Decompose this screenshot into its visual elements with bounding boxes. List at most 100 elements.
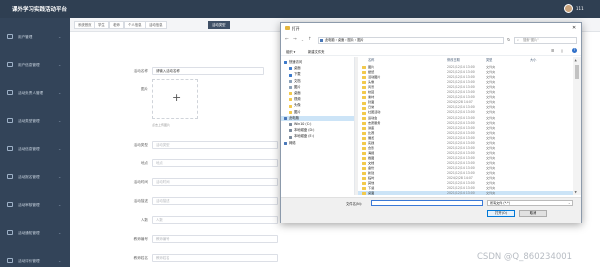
sidebar-item[interactable]: 活动审核管理 ⌄ <box>0 191 70 219</box>
form-label: 教师编号 <box>133 237 148 241</box>
refresh-icon[interactable]: ↻ <box>507 37 510 42</box>
organize-button[interactable]: 组织 ▾ <box>286 49 295 54</box>
activity-type-field[interactable]: 活动类型 <box>152 141 278 149</box>
sidebar-item[interactable]: 用户管理 ⌄ <box>0 23 70 51</box>
teacher-name-field[interactable]: 教师姓名 <box>152 254 278 262</box>
chevron-down-icon: ⌄ <box>58 258 62 263</box>
folder-icon <box>362 167 366 171</box>
nav-item[interactable]: 桌面 <box>281 91 354 97</box>
nav-item[interactable]: 快速访问 <box>281 60 354 66</box>
column-header-name[interactable]: 名称 <box>368 57 374 64</box>
tab-students[interactable]: 学生 <box>94 21 109 29</box>
column-header-size[interactable]: 大小 <box>530 57 536 64</box>
tab-activity-type[interactable]: 活动类型 <box>208 21 230 29</box>
sidebar-item[interactable]: 活动信息管理 ⌄ <box>0 135 70 163</box>
image-uploader[interactable]: + <box>152 79 198 119</box>
nav-item[interactable]: 图片 <box>281 85 354 91</box>
sidebar-item[interactable]: 活动负责人管理 ⌄ <box>0 79 70 107</box>
folder-icon <box>289 98 293 102</box>
menu-icon <box>7 230 13 235</box>
new-folder-button[interactable]: 新建文件夹 <box>308 49 324 54</box>
headcount-field[interactable]: 人数 <box>152 216 278 224</box>
dialog-button-row: 打开(O) 取消 <box>281 207 581 223</box>
nav-item[interactable]: 图片 <box>281 110 354 116</box>
menu-icon <box>7 118 13 123</box>
folder-icon <box>362 157 366 161</box>
view-options-icon[interactable]: ☰ <box>551 49 554 53</box>
tab-home[interactable]: 系统首页 <box>74 21 96 29</box>
up-icon[interactable]: ↑ <box>308 37 312 42</box>
folder-icon <box>362 192 366 195</box>
tab-teachers[interactable]: 老师 <box>109 21 124 29</box>
nav-item[interactable]: Win10 (C:) <box>281 122 354 128</box>
file-row[interactable]: 桌面 2021/12/14 13:00 文件夹 <box>358 191 573 195</box>
sidebar-item[interactable]: 用户信息管理 ⌄ <box>0 51 70 79</box>
folder-icon <box>362 187 366 191</box>
filename-input[interactable] <box>371 200 483 206</box>
column-header-date[interactable]: 修改日期 <box>447 57 460 64</box>
tab-profile[interactable]: 个人信息 <box>124 21 146 29</box>
sidebar-item[interactable]: 活动类型管理 ⌄ <box>0 107 70 135</box>
folder-icon <box>362 96 366 100</box>
avatar[interactable] <box>564 4 573 13</box>
back-icon[interactable]: ← <box>285 37 289 42</box>
address-bar[interactable]: 此电脑 › 桌面 › 图片 › 图片 <box>318 37 504 44</box>
nav-item[interactable]: 视频 <box>281 97 354 103</box>
folder-icon <box>362 162 366 166</box>
help-icon[interactable]: ? <box>572 48 577 53</box>
sidebar-item-label: 用户信息管理 <box>18 63 40 67</box>
forward-icon[interactable]: → <box>293 37 297 42</box>
nav-item[interactable]: 本地磁盘 (D:) <box>281 128 354 134</box>
location-field[interactable]: 地点 <box>152 159 278 167</box>
folder-icon <box>362 106 366 110</box>
chevron-down-icon[interactable]: ⌄ <box>301 38 304 42</box>
close-icon[interactable]: ✕ <box>572 25 576 31</box>
folder-icon <box>362 126 366 130</box>
nav-item[interactable]: 网络 <box>281 141 354 147</box>
nav-item-label: 本地磁盘 (D:) <box>294 128 315 133</box>
sidebar-item[interactable]: 活动评价管理 ⌄ <box>0 247 70 267</box>
nav-item[interactable]: 下载 <box>281 72 354 78</box>
scroll-up-icon[interactable]: ▲ <box>575 58 577 62</box>
description-field[interactable]: 活动描述 <box>152 197 278 205</box>
sidebar-item[interactable]: 活动通知管理 ⌄ <box>0 219 70 247</box>
command-bar: 组织 ▾ 新建文件夹 ☰ ▯ ? <box>281 47 581 56</box>
open-file-dialog: 打开 ✕ ← → ⌄ ↑ 此电脑 › 桌面 › 图片 › 图片 ↻ ⌕ 搜索"图… <box>280 22 582 223</box>
dialog-title-bar: 打开 ✕ <box>281 23 581 34</box>
form-label: 活动时间 <box>133 180 148 184</box>
chevron-down-icon: ⌄ <box>58 146 62 151</box>
user-name[interactable]: 111 <box>576 6 584 11</box>
nav-item[interactable]: 此电脑 <box>281 115 354 122</box>
chevron-down-icon: ⌄ <box>58 118 62 123</box>
nav-item[interactable]: 本地磁盘 (E:) <box>281 134 354 140</box>
form-label: 活动名称 <box>133 69 148 73</box>
chevron-down-icon: ⌄ <box>58 34 62 39</box>
preview-pane-icon[interactable]: ▯ <box>561 49 563 53</box>
column-header-type[interactable]: 类型 <box>486 57 492 64</box>
file-list-scrollbar[interactable]: ▲ ▼ <box>573 57 581 195</box>
navigation-pane: 快速访问 桌面 下载 文档 图片 桌面 视频 头像 图片 此电脑 Win10 (C:) 本地磁盘 (D… <box>281 57 355 195</box>
folder-icon <box>362 66 366 70</box>
nav-item[interactable]: 文档 <box>281 79 354 85</box>
nav-item-label: 图片 <box>294 84 301 89</box>
folder-icon <box>289 73 293 77</box>
folder-icon <box>362 136 366 140</box>
nav-item[interactable]: 桌面 <box>281 66 354 72</box>
activity-name-field[interactable]: 请输入活动名称 <box>152 67 264 75</box>
nav-item-label: 快速访问 <box>289 60 303 64</box>
file-date: 2021/12/14 13:00 <box>447 191 475 195</box>
sidebar-item-label: 活动评价管理 <box>18 259 40 263</box>
search-input[interactable]: ⌕ 搜索"图片" <box>514 37 577 44</box>
upload-tip: 点击上传图片 <box>152 123 171 127</box>
nav-item[interactable]: 头像 <box>281 103 354 109</box>
scroll-thumb[interactable] <box>575 65 579 79</box>
activity-time-field[interactable]: 活动时间 <box>152 178 278 186</box>
chevron-down-icon: ⌄ <box>58 90 62 95</box>
file-type-select[interactable]: 所有文件 (*.*) ⌄ <box>487 200 573 206</box>
cancel-button[interactable]: 取消 <box>519 210 547 217</box>
tab-activity-info[interactable]: 活动信息 <box>145 21 167 29</box>
teacher-id-field[interactable]: 教师编号 <box>152 235 278 243</box>
open-button[interactable]: 打开(O) <box>487 210 515 217</box>
sidebar-item[interactable]: 活动报名管理 ⌄ <box>0 163 70 191</box>
scroll-down-icon[interactable]: ▼ <box>575 190 577 194</box>
